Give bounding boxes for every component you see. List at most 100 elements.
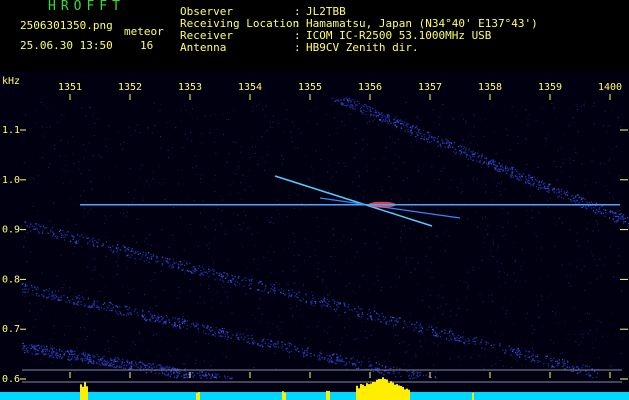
trail-dot xyxy=(154,316,156,318)
trail-dot xyxy=(483,161,485,163)
noise-dot xyxy=(70,364,72,366)
trail-dot xyxy=(315,300,317,303)
trail-dot xyxy=(553,192,555,194)
level-sample xyxy=(150,396,152,400)
trail-dot xyxy=(38,353,40,355)
trail-dot xyxy=(180,264,182,266)
trail-dot xyxy=(313,304,315,306)
trail-dot xyxy=(473,337,475,339)
trail-dot xyxy=(430,326,433,328)
trail-dot xyxy=(473,153,475,155)
noise-dot xyxy=(531,342,533,344)
noise-dot xyxy=(569,229,571,231)
noise-dot xyxy=(376,241,378,243)
trail-dot xyxy=(165,370,168,373)
trail-dot xyxy=(96,241,98,243)
noise-dot xyxy=(214,174,216,176)
trail-dot xyxy=(502,170,504,172)
noise-dot xyxy=(197,302,199,304)
trail-dot xyxy=(288,294,290,296)
noise-dot xyxy=(619,175,620,177)
trail-dot xyxy=(488,162,490,165)
level-sample xyxy=(480,395,482,400)
level-sample xyxy=(618,396,620,400)
noise-dot xyxy=(32,205,34,207)
noise-dot xyxy=(535,120,537,122)
noise-dot xyxy=(475,211,477,213)
noise-dot xyxy=(574,340,576,342)
trail-dot xyxy=(164,367,166,369)
y-tick-label: 1.1 xyxy=(2,125,20,136)
trail-dot xyxy=(131,363,133,365)
level-sample xyxy=(616,396,618,400)
noise-dot xyxy=(105,145,107,147)
trail-dot xyxy=(347,100,349,102)
noise-dot xyxy=(621,337,623,339)
noise-dot xyxy=(123,213,124,215)
noise-dot xyxy=(563,368,565,370)
trail-dot xyxy=(47,290,49,292)
noise-dot xyxy=(117,131,119,133)
trail-dot xyxy=(22,348,24,350)
trail-dot xyxy=(566,191,568,194)
trail-dot xyxy=(125,250,127,252)
trail-dot xyxy=(60,229,62,231)
noise-dot xyxy=(560,172,562,174)
trail-dot xyxy=(627,225,629,227)
trail-dot xyxy=(532,359,534,361)
trail-dot xyxy=(50,295,52,297)
noise-dot xyxy=(562,159,564,161)
trail-dot xyxy=(377,367,379,369)
trail-dot xyxy=(283,290,285,292)
noise-dot xyxy=(417,283,419,285)
trail-dot xyxy=(297,296,299,298)
trail-dot xyxy=(323,299,325,301)
noise-dot xyxy=(611,324,613,325)
level-sample xyxy=(372,381,374,400)
noise-dot xyxy=(468,148,470,150)
trail-dot xyxy=(34,350,36,352)
noise-dot xyxy=(597,212,598,214)
trail-dot xyxy=(94,356,96,358)
trail-dot xyxy=(38,344,40,346)
noise-dot xyxy=(509,149,511,151)
noise-dot xyxy=(113,276,115,278)
trail-dot xyxy=(167,372,169,374)
trail-dot xyxy=(466,154,468,156)
trail-dot xyxy=(182,269,184,271)
trail-dot xyxy=(506,167,508,169)
trail-dot xyxy=(265,342,267,345)
trail-dot xyxy=(336,308,338,310)
noise-dot xyxy=(530,178,532,180)
trail-dot xyxy=(371,319,373,321)
noise-dot xyxy=(282,271,284,273)
level-sample xyxy=(446,395,448,400)
level-sample xyxy=(454,395,456,400)
noise-dot xyxy=(495,185,497,187)
noise-dot xyxy=(29,310,30,312)
trail-dot xyxy=(334,302,336,305)
trail-dot xyxy=(350,104,352,106)
trail-dot xyxy=(60,233,62,235)
trail-dot xyxy=(413,373,415,375)
noise-dot xyxy=(211,258,213,260)
noise-dot xyxy=(282,162,283,164)
noise-dot xyxy=(398,343,400,345)
trail-dot xyxy=(512,176,514,178)
noise-dot xyxy=(542,122,544,124)
trail-dot xyxy=(525,181,527,183)
trail-dot xyxy=(24,288,26,290)
trail-dot xyxy=(76,303,78,305)
trail-dot xyxy=(415,136,417,138)
trail-dot xyxy=(522,173,524,175)
noise-dot xyxy=(437,322,439,323)
trail-dot xyxy=(537,354,539,356)
trail-dot xyxy=(89,307,91,309)
trail-dot xyxy=(156,257,158,259)
noise-dot xyxy=(553,107,555,109)
noise-dot xyxy=(364,229,366,231)
noise-dot xyxy=(355,143,357,144)
trail-dot xyxy=(362,113,364,115)
noise-dot xyxy=(86,314,88,316)
trail-dot xyxy=(311,302,313,304)
